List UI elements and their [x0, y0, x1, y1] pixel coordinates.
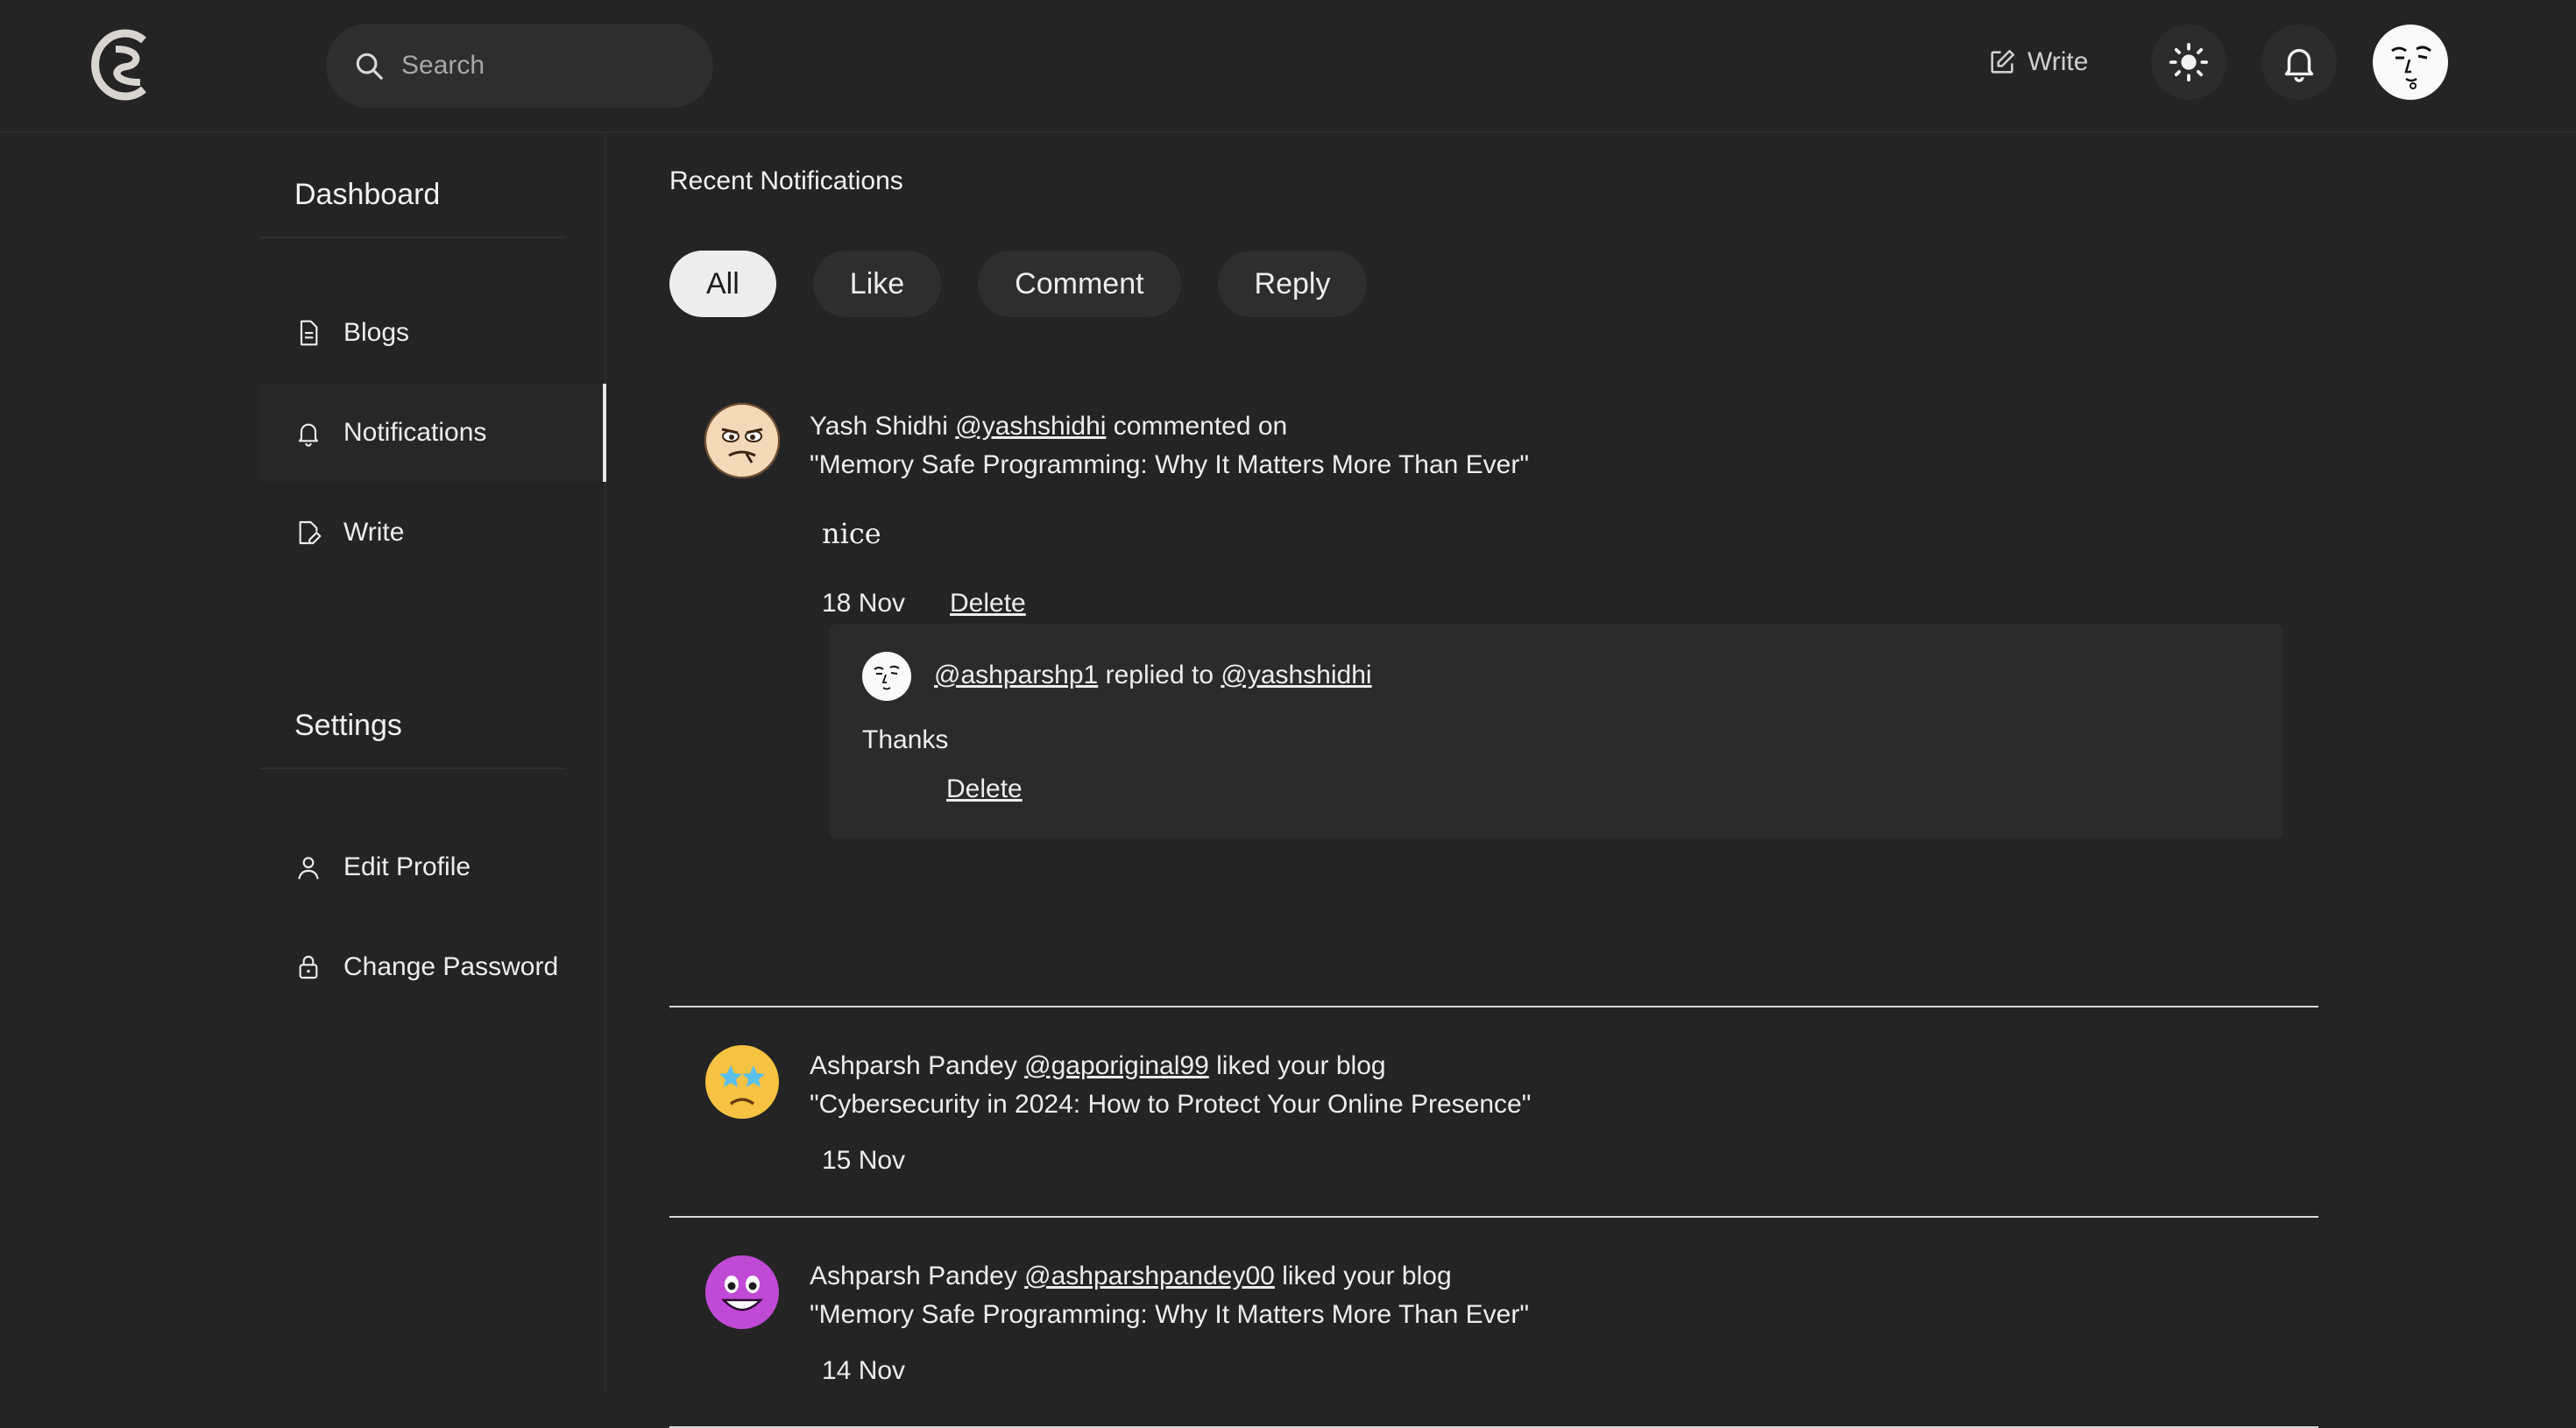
notification-date: 14 Nov	[822, 1356, 906, 1385]
settings-heading: Settings	[259, 682, 566, 769]
notification-date: 18 Nov	[822, 589, 906, 618]
file-icon	[300, 320, 318, 346]
sidebar-item-notifications[interactable]: Notifications	[259, 384, 606, 482]
sidebar-item-label: Change Password	[343, 952, 559, 981]
actor-handle-link[interactable]: @gaporiginal99	[1024, 1051, 1209, 1080]
blog-title-link[interactable]: "Memory Safe Programming: Why It Matters…	[810, 1300, 1529, 1330]
notification-date: 15 Nov	[822, 1146, 906, 1175]
blog-title-link[interactable]: "Memory Safe Programming: Why It Matters…	[810, 450, 1529, 480]
write-label: Write	[2028, 47, 2089, 76]
sidebar-item-write[interactable]: Write	[259, 484, 606, 582]
action-text: liked your blog	[1216, 1051, 1386, 1080]
dashboard-heading: Dashboard	[259, 151, 566, 238]
actor-name: Ashparsh Pandey	[810, 1262, 1017, 1290]
delete-reply-link[interactable]: Delete	[946, 774, 1023, 804]
tab-reply[interactable]: Reply	[1217, 251, 1368, 317]
reply-avatar[interactable]	[862, 652, 911, 701]
sidebar-item-label: Edit Profile	[343, 852, 471, 881]
action-text: commented on	[1113, 412, 1288, 441]
sidebar-item-label: Write	[343, 518, 405, 547]
tab-comment[interactable]: Comment	[978, 251, 1181, 317]
liker-avatar[interactable]	[704, 1044, 780, 1120]
bell-icon	[298, 423, 319, 447]
theme-toggle-button[interactable]	[2151, 25, 2226, 100]
actor-name: Yash Shidhi	[810, 412, 948, 441]
search-placeholder: Search	[401, 51, 485, 80]
reply-card: @ashparshp1 replied to @yashshidhi Thank…	[829, 624, 2283, 839]
tab-all[interactable]: All	[669, 251, 776, 317]
actor-handle-link[interactable]: @yashshidhi	[955, 412, 1106, 441]
notification-item: Yash Shidhi @yashshidhi commented on "Me…	[669, 394, 2318, 1007]
commenter-avatar[interactable]	[704, 403, 780, 478]
actor-name: Ashparsh Pandey	[810, 1051, 1017, 1080]
search-icon	[356, 53, 383, 80]
sidebar-item-change-password[interactable]: Change Password	[259, 918, 606, 1016]
reply-action-text: replied to	[1105, 661, 1214, 689]
write-link[interactable]: Write	[1987, 40, 2088, 84]
search-bar[interactable]: Search	[326, 24, 713, 108]
delete-comment-link[interactable]: Delete	[950, 589, 1026, 619]
reply-target-link[interactable]: @yashshidhi	[1221, 661, 1371, 689]
reply-author-link[interactable]: @ashparshp1	[934, 661, 1098, 689]
bell-icon	[2284, 48, 2314, 82]
lock-icon	[299, 956, 318, 979]
tab-like[interactable]: Like	[812, 251, 942, 317]
sidebar-item-edit-profile[interactable]: Edit Profile	[259, 818, 606, 916]
sidebar: Dashboard Blogs Notifications Write Sett…	[0, 133, 606, 1393]
action-text: liked your blog	[1282, 1262, 1452, 1290]
user-icon	[298, 857, 319, 880]
reply-text: Thanks	[862, 725, 949, 754]
logo-icon[interactable]	[89, 26, 163, 103]
filter-tabs: All Like Comment Reply	[669, 251, 1404, 317]
notifications-button[interactable]	[2261, 25, 2337, 100]
top-navbar: Search Write	[0, 0, 2576, 133]
sun-icon	[2169, 42, 2209, 82]
notification-item: Ashparsh Pandey @ashparshpandey00 liked …	[669, 1218, 2318, 1428]
sidebar-item-label: Blogs	[343, 318, 410, 347]
blog-title-link[interactable]: "Cybersecurity in 2024: How to Protect Y…	[810, 1090, 1531, 1120]
liker-avatar[interactable]	[704, 1255, 780, 1330]
pen-square-icon	[1991, 49, 2015, 74]
pen-file-icon	[299, 520, 322, 545]
user-avatar[interactable]	[2373, 25, 2448, 100]
sidebar-item-label: Notifications	[343, 418, 487, 447]
page-title: Recent Notifications	[669, 166, 903, 195]
comment-text: nice	[822, 517, 881, 550]
sidebar-item-blogs[interactable]: Blogs	[259, 284, 606, 382]
actor-handle-link[interactable]: @ashparshpandey00	[1024, 1262, 1275, 1290]
notification-item: Ashparsh Pandey @gaporiginal99 liked you…	[669, 1007, 2318, 1218]
